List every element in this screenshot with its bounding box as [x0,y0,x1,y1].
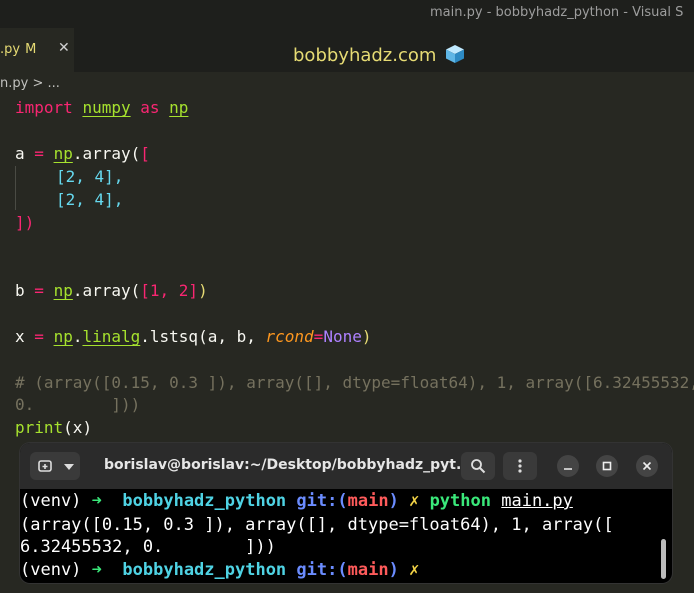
new-tab-button[interactable] [30,452,80,480]
menu-button[interactable] [503,452,537,480]
code-line-5: [2, 4], [56,190,124,209]
terminal-output[interactable]: (venv) ➜ bobbyhadz_python git:(main) ✗ p… [20,489,672,583]
terminal-header: borislav@borislav:~/Desktop/bobbyhadz_py… [20,443,672,489]
search-icon [471,459,486,474]
code-line-3: a = np.array([ [15,144,150,163]
terminal-line-2: (array([0.15, 0.3 ]), array([], dtype=fl… [20,515,614,535]
terminal-scrollbar[interactable] [661,539,666,579]
terminal-window[interactable]: borislav@borislav:~/Desktop/bobbyhadz_py… [20,443,672,583]
breadcrumb[interactable]: n.py > ... [0,76,60,91]
code-line-4: [2, 4], [56,167,124,186]
indent-guide [15,166,16,210]
code-line-14-comment: 0. ])) [15,395,141,414]
maximize-icon [602,461,612,471]
modified-badge: M [25,42,37,57]
tab-label: .py M [0,42,37,57]
chevron-down-icon[interactable] [64,463,74,471]
maximize-button[interactable] [596,455,618,477]
kebab-menu-icon [518,459,522,473]
close-icon [642,461,652,471]
brand-text: bobbyhadz.com [293,45,437,66]
code-line-13-comment: # (array([0.15, 0.3 ]), array([], dtype=… [15,373,694,392]
brand-banner: bobbyhadz.com [293,44,465,66]
minimize-icon [564,468,572,470]
close-window-button[interactable] [636,455,658,477]
new-tab-icon [38,460,52,472]
search-button[interactable] [461,452,495,480]
minimize-button[interactable] [557,455,579,477]
terminal-line-1: (venv) ➜ bobbyhadz_python git:(main) ✗ p… [20,491,573,511]
code-line-15: print(x) [15,418,93,437]
terminal-line-3: 6.32455532, 0. ])) [20,537,276,557]
terminal-line-4: (venv) ➜ bobbyhadz_python git:(main) ✗ [20,560,420,580]
terminal-title: borislav@borislav:~/Desktop/bobbyhadz_py… [104,457,472,473]
code-line-9: b = np.array([1, 2]) [15,281,208,300]
code-line-1: import numpy as np [15,98,189,117]
close-icon[interactable]: ✕ [58,40,70,56]
cube-icon [446,45,465,63]
code-line-6: ]) [15,213,35,232]
tab-main-py[interactable]: .py M ✕ [0,28,74,72]
window-titlebar: main.py - bobbyhadz_python - Visual S [0,0,694,28]
window-title: main.py - bobbyhadz_python - Visual S [430,5,684,20]
code-line-11: x = np.linalg.lstsq(a, b, rcond=None) [15,327,372,346]
